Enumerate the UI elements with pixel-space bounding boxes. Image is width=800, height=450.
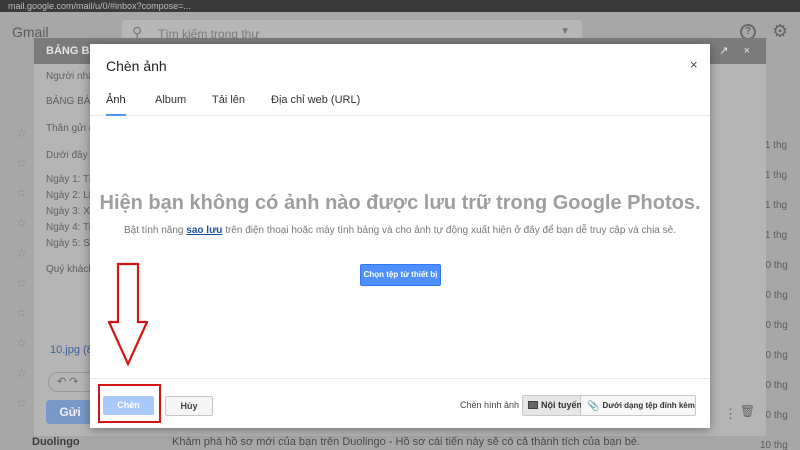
star-icon[interactable]: ☆ [16, 336, 27, 350]
annotation-arrow [108, 262, 148, 366]
insert-mode-label: Chèn hình ảnh [460, 400, 520, 410]
paperclip-icon: 📎 [587, 401, 600, 412]
empty-state-subtext: Bật tính năng sao lưu trên điện thoại ho… [90, 225, 710, 236]
tab-web-url[interactable]: Địa chỉ web (URL) [271, 94, 360, 114]
send-button[interactable]: Gửi [46, 400, 94, 424]
star-icon[interactable]: ☆ [16, 246, 27, 260]
row-sender: Duolingo [32, 436, 80, 448]
insert-as-attachment-button[interactable]: 📎 Dưới dạng tệp đính kèm [581, 395, 696, 416]
annotation-highlight-box [98, 384, 161, 423]
inbox-row-duolingo[interactable]: Duolingo Khám phá hồ sơ mới của bạn trên… [0, 436, 800, 450]
empty-state-message: Hiện bạn không có ảnh nào được lưu trữ t… [99, 192, 701, 214]
choose-file-button[interactable]: Chọn tệp từ thiết bị [360, 264, 441, 286]
image-icon [528, 401, 538, 409]
close-icon[interactable]: × [690, 58, 698, 72]
body-line: Quý khách [46, 264, 94, 275]
attachment-chip[interactable]: 10.jpg (8 [50, 344, 93, 356]
body-line: Ngày 3: Xe [46, 206, 96, 217]
star-icon[interactable]: ☆ [16, 156, 27, 170]
star-icon[interactable]: ☆ [16, 216, 27, 230]
subtext-end: trên điện thoại hoặc máy tính bảng và ch… [222, 225, 676, 236]
tab-upload[interactable]: Tải lên [212, 94, 245, 114]
dialog-tabs: Ảnh Album Tải lên Địa chỉ web (URL) [90, 88, 710, 116]
star-icon[interactable]: ☆ [16, 186, 27, 200]
more-options-icon[interactable]: ⋮ [724, 406, 737, 422]
body-line: Ngày 2: Liê [46, 190, 97, 201]
inbox-row-stars: ☆ ☆ ☆ ☆ ☆ ☆ ☆ ☆ ☆ ☆ [0, 56, 32, 450]
trash-icon[interactable]: 🗑 [740, 404, 755, 418]
backup-link[interactable]: sao lưu [186, 225, 222, 236]
tab-album[interactable]: Album [155, 94, 186, 114]
subtext-start: Bật tính năng [124, 225, 187, 236]
cancel-button[interactable]: Hủy [165, 396, 213, 416]
attachment-label: Dưới dạng tệp đính kèm [602, 401, 695, 410]
inline-label: Nội tuyến [541, 400, 583, 410]
star-icon[interactable]: ☆ [16, 306, 27, 320]
dialog-title: Chèn ảnh [106, 58, 167, 74]
row-subject: Khám phá hồ sơ mới của bạn trên Duolingo… [172, 436, 641, 448]
gear-icon[interactable]: ⚙ [772, 21, 788, 42]
insert-inline-button[interactable]: Nội tuyến [522, 395, 583, 416]
star-icon[interactable]: ☆ [16, 276, 27, 290]
dialog-footer: Chèn Hủy Chèn hình ảnh Nội tuyến 📎 Dưới d… [90, 378, 710, 428]
browser-url-bar[interactable]: mail.google.com/mail/u/0/#inbox?compose=… [0, 0, 800, 12]
search-options-icon[interactable]: ▼ [560, 26, 570, 37]
star-icon[interactable]: ☆ [16, 126, 27, 140]
body-line: Ngày 1: Tổ [46, 174, 95, 185]
insert-photo-dialog: Chèn ảnh × Ảnh Album Tải lên Địa chỉ web… [90, 44, 710, 428]
star-icon[interactable]: ☆ [16, 366, 27, 380]
tab-photos[interactable]: Ảnh [106, 94, 126, 116]
star-icon[interactable]: ☆ [16, 396, 27, 410]
